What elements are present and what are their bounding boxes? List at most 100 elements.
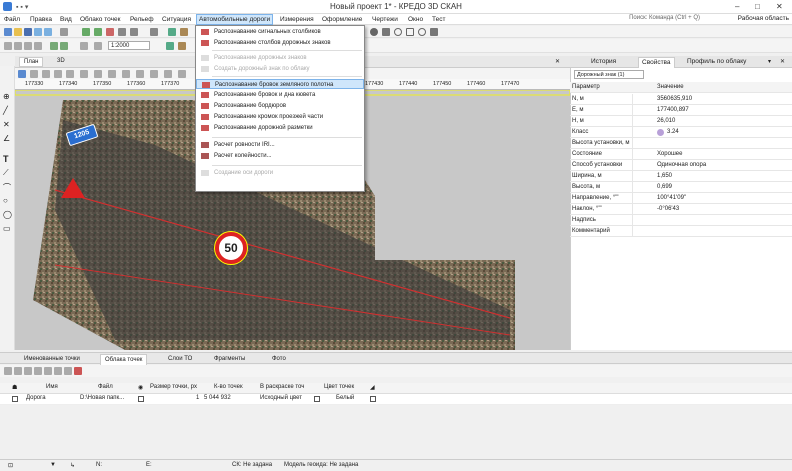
save-icon[interactable] (24, 28, 32, 36)
row-color[interactable]: Белый (336, 395, 354, 401)
zoom-in-icon[interactable] (42, 70, 50, 78)
menu-item-signal-posts[interactable]: Распознавание сигнальных столбиков (196, 27, 364, 37)
pin-icon[interactable]: ▾ (768, 58, 771, 65)
rotate-icon[interactable] (34, 42, 42, 50)
menu-roads[interactable]: Автомобильные дороги (196, 14, 274, 25)
text-tool-icon[interactable] (430, 28, 438, 36)
zoom-icon[interactable] (24, 42, 32, 50)
property-value[interactable]: -0°06'43 (657, 204, 679, 215)
select-mode-icon[interactable] (18, 70, 26, 78)
menu-item-carriageway-edges[interactable]: Распознавание кромок проезжей части (196, 112, 364, 122)
cross-tool-icon[interactable]: ✕ (3, 120, 10, 129)
redo-icon[interactable] (44, 28, 52, 36)
property-row[interactable]: Надпись (570, 215, 792, 226)
line-tool-icon[interactable]: ╱ (3, 106, 8, 115)
speed-limit-sign[interactable]: 50 (215, 232, 247, 264)
property-row[interactable]: Состояние Хорошее (570, 149, 792, 160)
property-value[interactable]: 1,650 (657, 171, 672, 182)
property-value[interactable]: 26,010 (657, 116, 675, 127)
menu-item-subgrade-edges[interactable]: Распознавание бровок земляного полотна (196, 79, 364, 89)
property-value[interactable]: 0,699 (657, 182, 672, 193)
import-icon[interactable] (60, 28, 68, 36)
property-row[interactable]: E, м 177400,897 (570, 105, 792, 116)
menu-test[interactable]: Тест (432, 16, 445, 23)
property-row[interactable]: Класс 3.24 (570, 127, 792, 138)
property-value[interactable]: 100°41'09" (657, 193, 686, 204)
dxf-icon[interactable] (168, 28, 176, 36)
menu-situation[interactable]: Ситуация (162, 16, 191, 23)
circle-left-icon[interactable]: ○ (3, 196, 8, 205)
menu-file[interactable]: Файл (4, 16, 20, 23)
scale-combo[interactable]: 1:2000 (108, 41, 150, 50)
panel-close-icon[interactable]: ✕ (780, 58, 785, 65)
tab-named-points[interactable]: Именованные точки (20, 354, 84, 365)
zoom-window-icon[interactable] (66, 70, 74, 78)
close-icon[interactable]: ✕ (555, 58, 560, 65)
select-icon[interactable] (4, 42, 12, 50)
export-icon[interactable] (178, 42, 186, 50)
delete-icon[interactable] (14, 367, 22, 375)
polyline-tool-icon[interactable] (382, 28, 390, 36)
properties-icon[interactable] (150, 70, 158, 78)
zoom-all-icon[interactable] (80, 70, 88, 78)
prev-view-icon[interactable] (94, 70, 102, 78)
arc-tool-icon[interactable] (418, 28, 426, 36)
menu-item-iri[interactable]: Расчет ровности IRI... (196, 140, 364, 150)
circle-tool-icon[interactable] (370, 28, 378, 36)
refresh-icon[interactable] (122, 70, 130, 78)
property-row[interactable]: N, м 3560635,910 (570, 94, 792, 105)
menu-item-sign-posts[interactable]: Распознавание столбов дорожных знаков (196, 38, 364, 48)
tab-cloud-profile[interactable]: Профиль по облаку (684, 57, 749, 68)
snap-status-icon[interactable]: ↳ (70, 462, 75, 469)
polyline-left-icon[interactable]: ⟋ (3, 168, 9, 178)
grid-icon[interactable] (118, 28, 126, 36)
menu-window[interactable]: Окно (408, 16, 423, 23)
pdf-icon[interactable] (180, 28, 188, 36)
split-icon[interactable] (54, 367, 62, 375)
tab-history[interactable]: История (588, 57, 619, 68)
arc-left-icon[interactable]: ⌒ (3, 182, 11, 193)
xyz-export-icon[interactable] (94, 28, 102, 36)
minimize-button[interactable]: – (735, 2, 739, 11)
tab-layers[interactable]: Слои ТО (164, 354, 196, 365)
add-icon[interactable] (4, 367, 12, 375)
menu-item-ditch-edges[interactable]: Распознавание бровок и дна кювета (196, 90, 364, 100)
menu-view[interactable]: Вид (60, 16, 72, 23)
property-value[interactable]: 177400,897 (657, 105, 689, 116)
menu-item-road-marking[interactable]: Распознавание дорожной разметки (196, 123, 364, 133)
color-icon[interactable] (64, 367, 72, 375)
tab-properties[interactable]: Свойства (638, 57, 675, 68)
point-tool-icon[interactable]: ⊕ (3, 92, 10, 101)
merge-icon[interactable] (44, 367, 52, 375)
command-search[interactable]: Поиск: Команда (Ctrl + Q) (629, 15, 700, 21)
fit-icon[interactable] (60, 42, 68, 50)
xyz-import-icon[interactable] (82, 28, 90, 36)
pan-icon[interactable] (14, 42, 22, 50)
filter-view-icon[interactable] (178, 70, 186, 78)
row-point-size[interactable]: 1 (196, 395, 199, 401)
tab-fragments[interactable]: Фрагменты (210, 354, 249, 365)
object-type-select[interactable]: Дорожный знак (1) (574, 70, 644, 79)
layers-icon[interactable] (130, 28, 138, 36)
remove-icon[interactable] (74, 367, 82, 375)
ellipse-tool-icon[interactable] (394, 28, 402, 36)
maximize-button[interactable]: □ (755, 2, 760, 11)
property-value[interactable]: 3560635,910 (657, 94, 692, 105)
tab-plan[interactable]: План (19, 57, 44, 67)
menu-item-rutting[interactable]: Расчет колейности... (196, 151, 364, 161)
next-view-icon[interactable] (108, 70, 116, 78)
warning-sign-icon[interactable] (61, 178, 85, 198)
snap-icon[interactable] (164, 70, 172, 78)
property-row[interactable]: Ширина, м 1,650 (570, 171, 792, 182)
menu-relief[interactable]: Рельеф (130, 16, 154, 23)
close-button[interactable]: ✕ (776, 2, 783, 11)
property-row[interactable]: Высота установки, м (570, 138, 792, 149)
open-icon[interactable] (14, 28, 22, 36)
new-icon[interactable] (4, 28, 12, 36)
move-icon[interactable] (24, 367, 32, 375)
tab-photos[interactable]: Фото (268, 354, 290, 365)
rect-left-icon[interactable]: ▭ (3, 224, 11, 233)
menu-design[interactable]: Оформление (322, 16, 362, 23)
rect-tool-icon[interactable] (406, 28, 414, 36)
property-row[interactable]: Способ установки Одиночная опора (570, 160, 792, 171)
